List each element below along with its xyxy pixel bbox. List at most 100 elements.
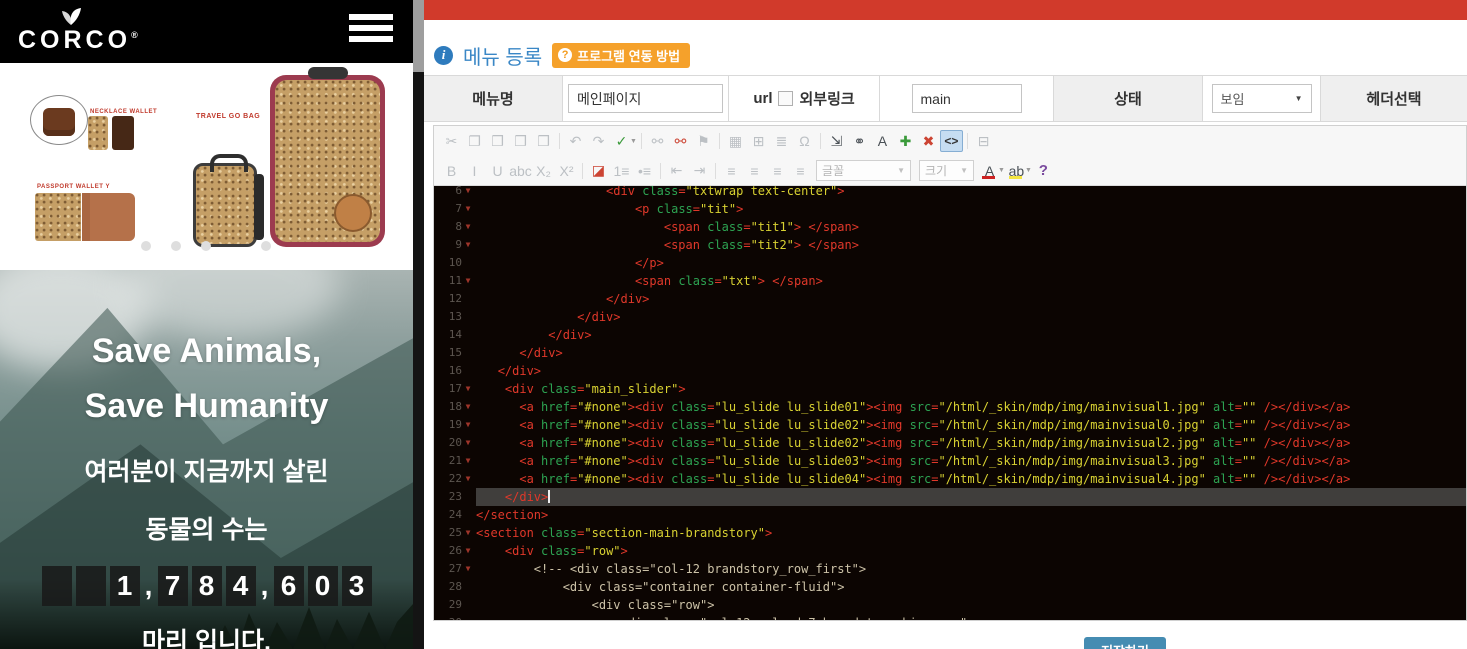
- paste-text-icon[interactable]: ❒: [509, 130, 532, 152]
- counter-digit-box: [42, 566, 72, 606]
- source-icon[interactable]: <>: [940, 130, 963, 152]
- code-line-content[interactable]: <div class="container container-fluid">: [476, 578, 1466, 596]
- fold-arrow-icon[interactable]: ▼: [462, 200, 474, 218]
- print-icon[interactable]: ⊟: [972, 130, 995, 152]
- code-line-content[interactable]: </p>: [476, 254, 1466, 272]
- fold-arrow-icon[interactable]: ▼: [462, 452, 474, 470]
- code-line-content[interactable]: <a href="#none"><div class="lu_slide lu_…: [476, 398, 1466, 416]
- code-line-content[interactable]: <div class="txtwrap text-center">: [476, 186, 1466, 200]
- align-left-icon[interactable]: ≡: [720, 160, 743, 182]
- code-line-content[interactable]: <div class="row">: [476, 542, 1466, 560]
- redo-icon[interactable]: ↷: [587, 130, 610, 152]
- code-line-content[interactable]: <div class="col-12 col-md-7 brandstory_b…: [476, 614, 1466, 620]
- table-icon[interactable]: ⊞: [747, 130, 770, 152]
- subscript-icon[interactable]: X₂: [532, 160, 555, 182]
- highlight-color-icon[interactable]: ab: [1005, 160, 1028, 182]
- code-line-content[interactable]: </div>: [476, 308, 1466, 326]
- font-dropdown[interactable]: 글꼴▼: [816, 160, 911, 181]
- corco-logo[interactable]: CORCO®: [18, 4, 128, 60]
- fold-arrow-icon[interactable]: ▼: [462, 398, 474, 416]
- fold-arrow-icon[interactable]: ▼: [462, 236, 474, 254]
- paste-word-icon[interactable]: ❒: [532, 130, 555, 152]
- select-all-icon[interactable]: A: [871, 130, 894, 152]
- line-gutter: 10: [434, 254, 476, 272]
- code-line-content[interactable]: <section class="section-main-brandstory"…: [476, 524, 1466, 542]
- product-slider[interactable]: NECKLACE WALLET PASSPORT WALLET Y TRAVEL…: [0, 63, 413, 270]
- indent-icon[interactable]: ⇥: [688, 160, 711, 182]
- remove-format-icon[interactable]: ◪: [587, 160, 610, 182]
- italic-icon[interactable]: I: [463, 160, 486, 182]
- underline-icon[interactable]: U: [486, 160, 509, 182]
- program-link-help-button[interactable]: ? 프로그램 연동 방법: [552, 43, 690, 68]
- remove-tag-icon[interactable]: ✖: [917, 130, 940, 152]
- insert-tag-icon[interactable]: ✚: [894, 130, 917, 152]
- fold-arrow-icon[interactable]: ▼: [462, 416, 474, 434]
- unlink-icon[interactable]: ⚯: [669, 130, 692, 152]
- text-color-icon[interactable]: A: [978, 160, 1001, 182]
- external-link-checkbox[interactable]: [778, 91, 793, 106]
- fold-arrow-icon[interactable]: ▼: [462, 186, 474, 200]
- code-line-content[interactable]: <a href="#none"><div class="lu_slide lu_…: [476, 452, 1466, 470]
- url-input[interactable]: [912, 84, 1022, 113]
- code-line-content[interactable]: <p class="tit">: [476, 200, 1466, 218]
- code-line-content[interactable]: </div>: [476, 488, 1466, 506]
- outdent-icon[interactable]: ⇤: [665, 160, 688, 182]
- code-line-content[interactable]: <a href="#none"><div class="lu_slide lu_…: [476, 470, 1466, 488]
- special-char-icon[interactable]: Ω: [793, 130, 816, 152]
- about-icon[interactable]: ?: [1032, 160, 1055, 182]
- size-dropdown[interactable]: 크기▼: [919, 160, 974, 181]
- slider-dot[interactable]: [261, 241, 271, 251]
- image-icon[interactable]: ▦: [724, 130, 747, 152]
- save-button[interactable]: 저장하기: [1084, 637, 1166, 649]
- spellcheck-icon-caret[interactable]: ▼: [630, 138, 637, 145]
- code-line-content[interactable]: </section>: [476, 506, 1466, 524]
- slider-dot[interactable]: [201, 241, 211, 251]
- code-line-content[interactable]: </div>: [476, 326, 1466, 344]
- code-line-content[interactable]: <a href="#none"><div class="lu_slide lu_…: [476, 416, 1466, 434]
- preview-scrollbar[interactable]: [413, 0, 424, 649]
- superscript-icon[interactable]: X²: [555, 160, 578, 182]
- link-icon[interactable]: ⚯: [646, 130, 669, 152]
- code-line-content[interactable]: <span class="tit2"> </span>: [476, 236, 1466, 254]
- numbered-list-icon[interactable]: 1≡: [610, 160, 633, 182]
- strikethrough-icon[interactable]: abc: [509, 160, 532, 182]
- code-line-content[interactable]: <span class="txt"> </span>: [476, 272, 1466, 290]
- menu-name-input[interactable]: [568, 84, 723, 113]
- copy-icon[interactable]: ❐: [463, 130, 486, 152]
- code-line-content[interactable]: <div class="row">: [476, 596, 1466, 614]
- status-select[interactable]: 보임 ▼: [1212, 84, 1312, 113]
- code-line-content[interactable]: </div>: [476, 362, 1466, 380]
- paste-icon[interactable]: ❒: [486, 130, 509, 152]
- fold-arrow-icon[interactable]: ▼: [462, 272, 474, 290]
- maximize-icon[interactable]: ⇲: [825, 130, 848, 152]
- bulleted-list-icon[interactable]: •≡: [633, 160, 656, 182]
- bold-icon[interactable]: B: [440, 160, 463, 182]
- anchor-flag-icon[interactable]: ⚑: [692, 130, 715, 152]
- fold-arrow-icon[interactable]: ▼: [462, 542, 474, 560]
- code-line-content[interactable]: <a href="#none"><div class="lu_slide lu_…: [476, 434, 1466, 452]
- fold-arrow-icon[interactable]: ▼: [462, 218, 474, 236]
- fold-arrow-icon[interactable]: ▼: [462, 470, 474, 488]
- undo-icon[interactable]: ↶: [564, 130, 587, 152]
- align-right-icon[interactable]: ≡: [766, 160, 789, 182]
- find-icon[interactable]: ⚭: [848, 130, 871, 152]
- code-line-content[interactable]: <!-- <div class="col-12 brandstory_row_f…: [476, 560, 1466, 578]
- horizontal-rule-icon[interactable]: ≣: [770, 130, 793, 152]
- code-line-content[interactable]: </div>: [476, 290, 1466, 308]
- code-line-content[interactable]: <span class="tit1"> </span>: [476, 218, 1466, 236]
- fold-arrow-icon[interactable]: ▼: [462, 380, 474, 398]
- slider-dot[interactable]: [141, 241, 151, 251]
- slider-dot[interactable]: [171, 241, 181, 251]
- code-line-content[interactable]: <div class="main_slider">: [476, 380, 1466, 398]
- fold-arrow-icon[interactable]: ▼: [462, 434, 474, 452]
- toolbar-separator: [715, 163, 716, 179]
- fold-arrow-icon[interactable]: ▼: [462, 524, 474, 542]
- align-center-icon[interactable]: ≡: [743, 160, 766, 182]
- fold-arrow-icon[interactable]: ▼: [462, 560, 474, 578]
- code-line-content[interactable]: </div>: [476, 344, 1466, 362]
- align-justify-icon[interactable]: ≡: [789, 160, 812, 182]
- hamburger-menu-icon[interactable]: [349, 14, 393, 48]
- source-code-area[interactable]: 6▼ <div class="txtwrap text-center">7▼ <…: [434, 186, 1466, 620]
- cut-icon[interactable]: ✂: [440, 130, 463, 152]
- scrollbar-thumb[interactable]: [413, 0, 424, 72]
